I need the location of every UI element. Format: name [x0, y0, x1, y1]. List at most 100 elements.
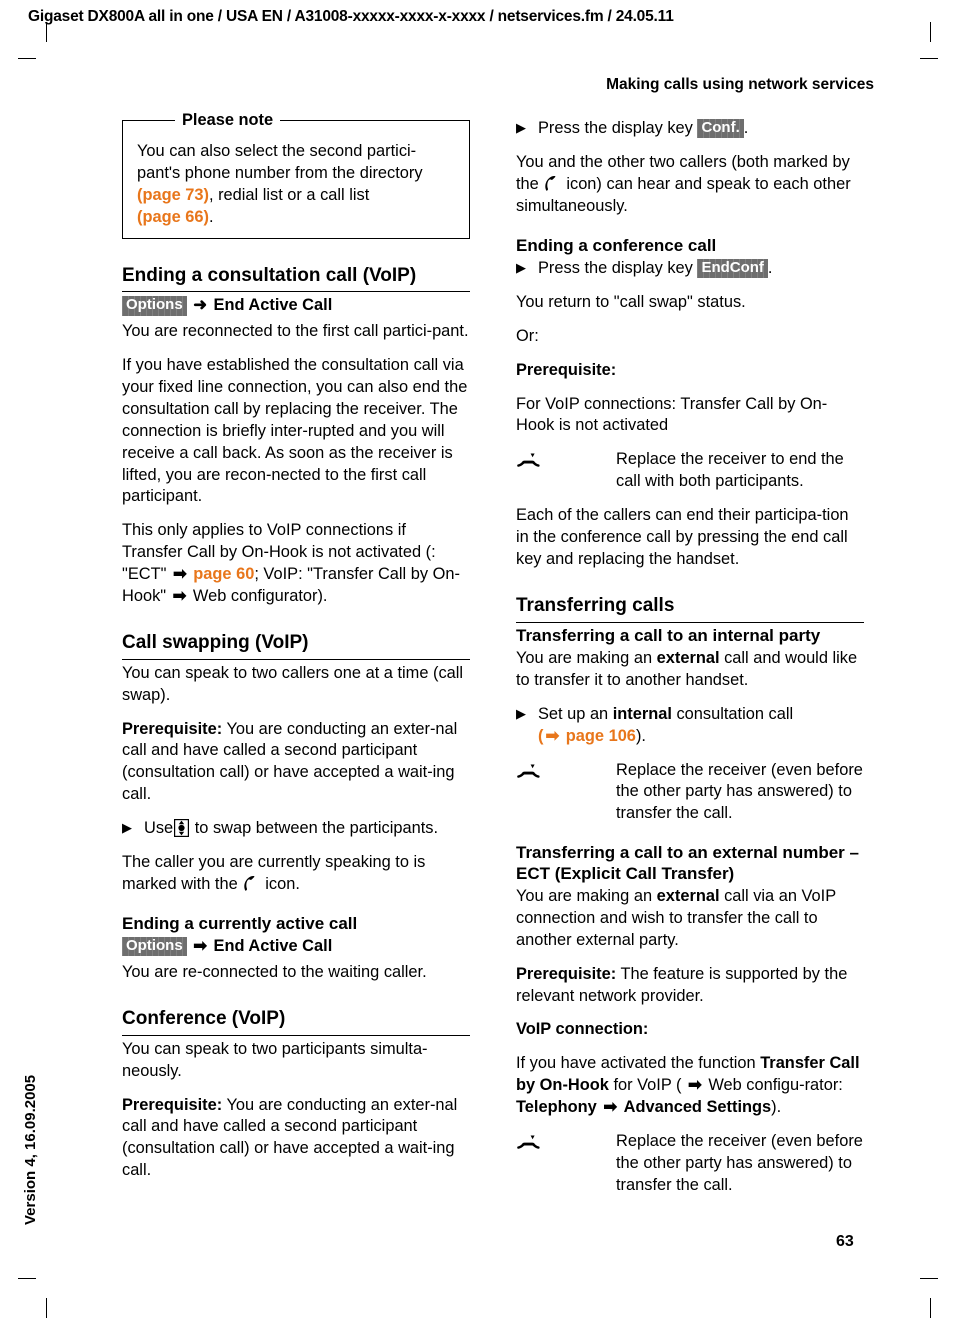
crop-mark-top-right-vertical	[930, 22, 931, 42]
prerequisite-label-2: Prerequisite:	[122, 1095, 223, 1114]
paragraph-each-caller-end-participation: Each of the callers can end their partic…	[516, 506, 849, 568]
paragraph-transfer-internal-intro: You are making an external call and woul…	[516, 648, 864, 692]
label-voip-connection: VoIP connection:	[516, 1020, 649, 1039]
version-date-label: Version 4, 16.09.2005	[22, 1074, 39, 1225]
menu-item-end-active-call-2[interactable]: End Active Call	[214, 937, 333, 955]
setup-text-a: Set up an	[538, 704, 613, 723]
menu-item-end-active-call-1[interactable]: End Active Call	[214, 296, 333, 314]
please-note-title: Please note	[175, 110, 281, 132]
press-endconf-text-b: .	[767, 258, 773, 277]
key-sequence-end-active-call-1: Options ➜ End Active Call	[122, 295, 470, 317]
paragraph-ect-prerequisite: Prerequisite: The feature is supported b…	[516, 964, 864, 1008]
paragraph-conference-intro: You can speak to two participants simult…	[122, 1039, 428, 1080]
page-ref-106[interactable]: page 106	[566, 727, 636, 745]
display-key-options-2[interactable]: Options	[122, 937, 187, 957]
setup-text-b: consultation call	[671, 704, 794, 723]
onhook-text-e: ).	[771, 1098, 782, 1117]
step-press-conf-key: ▶ Press the display key Conf..	[516, 118, 864, 140]
key-action-text: Replace the receiver (even before the ot…	[616, 1131, 863, 1194]
transfer-internal-bold-external: external	[656, 648, 720, 667]
step-triangle-icon: ▶	[516, 259, 526, 275]
prerequisite-label-3: Prerequisite:	[516, 360, 617, 379]
prerequisite-label-4: Prerequisite:	[516, 964, 617, 983]
crop-mark-bottom-right-horizontal	[920, 1278, 938, 1279]
crop-mark-bottom-right-vertical	[930, 1298, 931, 1318]
onhook-bold-telephony: Telephony	[516, 1098, 597, 1117]
transfer-internal-text-a: You are making an	[516, 648, 657, 667]
paragraph-return-call-swap: You return to "call swap" status.	[516, 292, 746, 311]
onhook-text-c: Web configu-rator:	[703, 1076, 843, 1095]
display-key-endconf[interactable]: EndConf	[697, 258, 768, 279]
press-endconf-text-a: Press the display key	[538, 258, 693, 277]
arrow-right-icon: ➡	[193, 937, 207, 956]
display-key-conf[interactable]: Conf.	[697, 119, 744, 139]
step-use-control-key: ▶ Use to swap between the participants.	[122, 818, 470, 840]
step-text-b: to swap between the participants.	[194, 819, 438, 838]
page-ref-paren-close: ).	[635, 726, 646, 745]
key-action-text: Replace the receiver to end the call wit…	[616, 450, 844, 491]
note-text-1: You can also select the second partici-p…	[137, 142, 423, 182]
active-caller-text-b: icon.	[265, 874, 300, 893]
heading-transfer-internal-party: Transferring a call to an internal party	[516, 625, 821, 645]
key-action-replace-receiver-1: Replace the receiver to end the call wit…	[516, 449, 864, 493]
arrow-right-icon: ➡	[172, 565, 187, 584]
paragraph-reconnected-first-participant: You are reconnected to the first call pa…	[122, 322, 469, 341]
key-action-text: Replace the receiver (even before the ot…	[616, 760, 863, 823]
step-text-a: Use	[144, 819, 174, 838]
note-page-ref-66[interactable]: (page 66)	[137, 208, 209, 226]
paragraph-three-way-speak: You and the other two callers (both mark…	[516, 152, 864, 218]
heading-ending-currently-active-call: Ending a currently active call	[122, 913, 358, 933]
handset-onhook-icon	[516, 449, 616, 493]
arrow-right-icon: ➡	[688, 1076, 702, 1095]
paragraph-call-swap-prerequisite: Prerequisite: You are conducting an exte…	[122, 719, 470, 807]
transfer-external-text-a: You are making an	[516, 886, 657, 905]
paragraph-reconnected-waiting-caller: You are re-connected to the waiting call…	[122, 963, 427, 982]
handset-offhook-icon	[241, 875, 258, 892]
page-number: 63	[836, 1233, 854, 1250]
heading-transferring-calls: Transferring calls	[516, 595, 864, 623]
page-ref-60[interactable]: page 60	[193, 565, 254, 583]
step-press-endconf-key: ▶ Press the display key EndConf.	[516, 258, 864, 280]
step-triangle-icon: ▶	[122, 820, 132, 836]
crop-mark-bottom-left-horizontal	[18, 1278, 36, 1279]
heading-ending-consultation-call: Ending a consultation call (VoIP)	[122, 265, 470, 293]
step-text: Set up an internal consultation call(➡ p…	[538, 704, 864, 748]
three-way-text-b: icon) can hear and speak to each other s…	[516, 174, 851, 215]
key-sequence-end-active-call-2: Options ➡ End Active Call	[122, 936, 470, 958]
handset-onhook-icon	[516, 1131, 616, 1197]
arrow-right-icon: ➡	[172, 587, 187, 606]
press-key-text-b: .	[743, 119, 749, 137]
note-text-3: .	[208, 207, 214, 226]
paragraph-active-caller-icon: The caller you are currently speaking to…	[122, 852, 470, 896]
heading-transfer-external-ect: Transferring a call to an external numbe…	[516, 843, 859, 883]
setup-bold-internal: internal	[612, 704, 672, 723]
handset-onhook-icon	[516, 760, 616, 826]
step-triangle-icon: ▶	[516, 705, 526, 721]
paragraph-call-swap-intro: You can speak to two callers one at a ti…	[122, 663, 464, 704]
paragraph-voip-transfer-not-activated: For VoIP connections: Transfer Call by O…	[516, 394, 828, 435]
handset-offhook-icon	[542, 175, 559, 192]
paragraph-or: Or:	[516, 326, 539, 345]
prerequisite-label-1: Prerequisite:	[122, 719, 223, 738]
note-page-ref-73[interactable]: (page 73)	[137, 186, 209, 204]
arrow-right-icon: ➜	[193, 296, 207, 315]
paragraph-fixed-line-replace-receiver: If you have established the consultation…	[122, 356, 468, 506]
note-text-2: , redial list or a call list	[208, 185, 370, 204]
display-key-options-1[interactable]: Options	[122, 296, 187, 316]
crop-mark-bottom-left-vertical	[46, 1298, 47, 1318]
crop-mark-top-right-horizontal	[920, 58, 938, 59]
chapter-header: Making calls using network services	[606, 76, 874, 93]
transfer-external-bold-external: external	[656, 886, 720, 905]
key-action-replace-receiver-2: Replace the receiver (even before the ot…	[516, 760, 864, 826]
step-setup-internal-consultation: ▶ Set up an internal consultation call(➡…	[516, 704, 864, 748]
running-header: Gigaset DX800A all in one / USA EN / A31…	[28, 8, 674, 25]
arrow-right-icon: ➡	[545, 726, 560, 745]
onhook-text-b: for VoIP (	[608, 1076, 687, 1095]
paragraph-transfer-external-intro: You are making an external call via an V…	[516, 886, 864, 952]
ect-text-c: Web configurator).	[188, 587, 328, 606]
onhook-bold-advanced-settings: Advanced Settings	[623, 1098, 772, 1117]
step-triangle-icon: ▶	[516, 120, 526, 135]
left-column: Please note You can also select the seco…	[122, 110, 470, 1194]
please-note-box: Please note You can also select the seco…	[122, 110, 470, 239]
press-key-text-a: Press the display key	[538, 119, 693, 137]
